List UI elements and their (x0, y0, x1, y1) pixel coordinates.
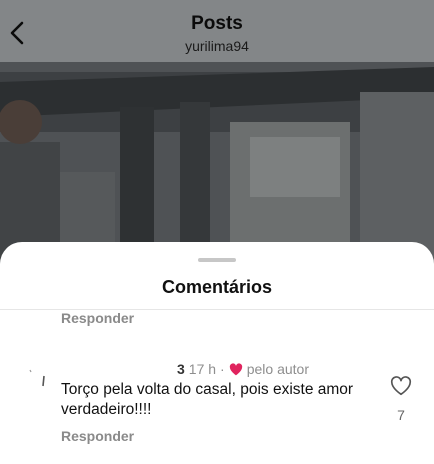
heart-outline-icon (390, 376, 412, 396)
like-comment-button[interactable] (390, 375, 412, 397)
comment-username[interactable]: 3 (177, 361, 185, 377)
page-title: Posts (191, 13, 243, 34)
comment-meta: 3 17 h · pelo autor (177, 360, 309, 378)
like-count: 7 (397, 407, 405, 423)
reply-button[interactable]: Responder (61, 428, 134, 444)
post-username[interactable]: yurilima94 (0, 38, 434, 54)
reply-button[interactable]: Responder (61, 310, 134, 326)
sheet-title: Comentários (161, 277, 273, 297)
comment-text: Torço pela volta do casal, pois existe a… (61, 381, 354, 418)
avatar-icon (29, 369, 45, 387)
liked-by-author-label: pelo autor (246, 361, 309, 377)
comments-sheet: Comentários Responder 3 17 h · pelo auto… (0, 242, 434, 464)
comment-time: 17 h (188, 361, 217, 377)
top-navigation-bar: Posts yurilima94 (0, 0, 434, 62)
commenter-avatar[interactable] (24, 366, 46, 388)
sheet-drag-handle[interactable] (198, 258, 236, 262)
heart-filled-icon (229, 362, 242, 375)
meta-separator: · (220, 361, 225, 377)
post-photo-background (0, 62, 434, 262)
